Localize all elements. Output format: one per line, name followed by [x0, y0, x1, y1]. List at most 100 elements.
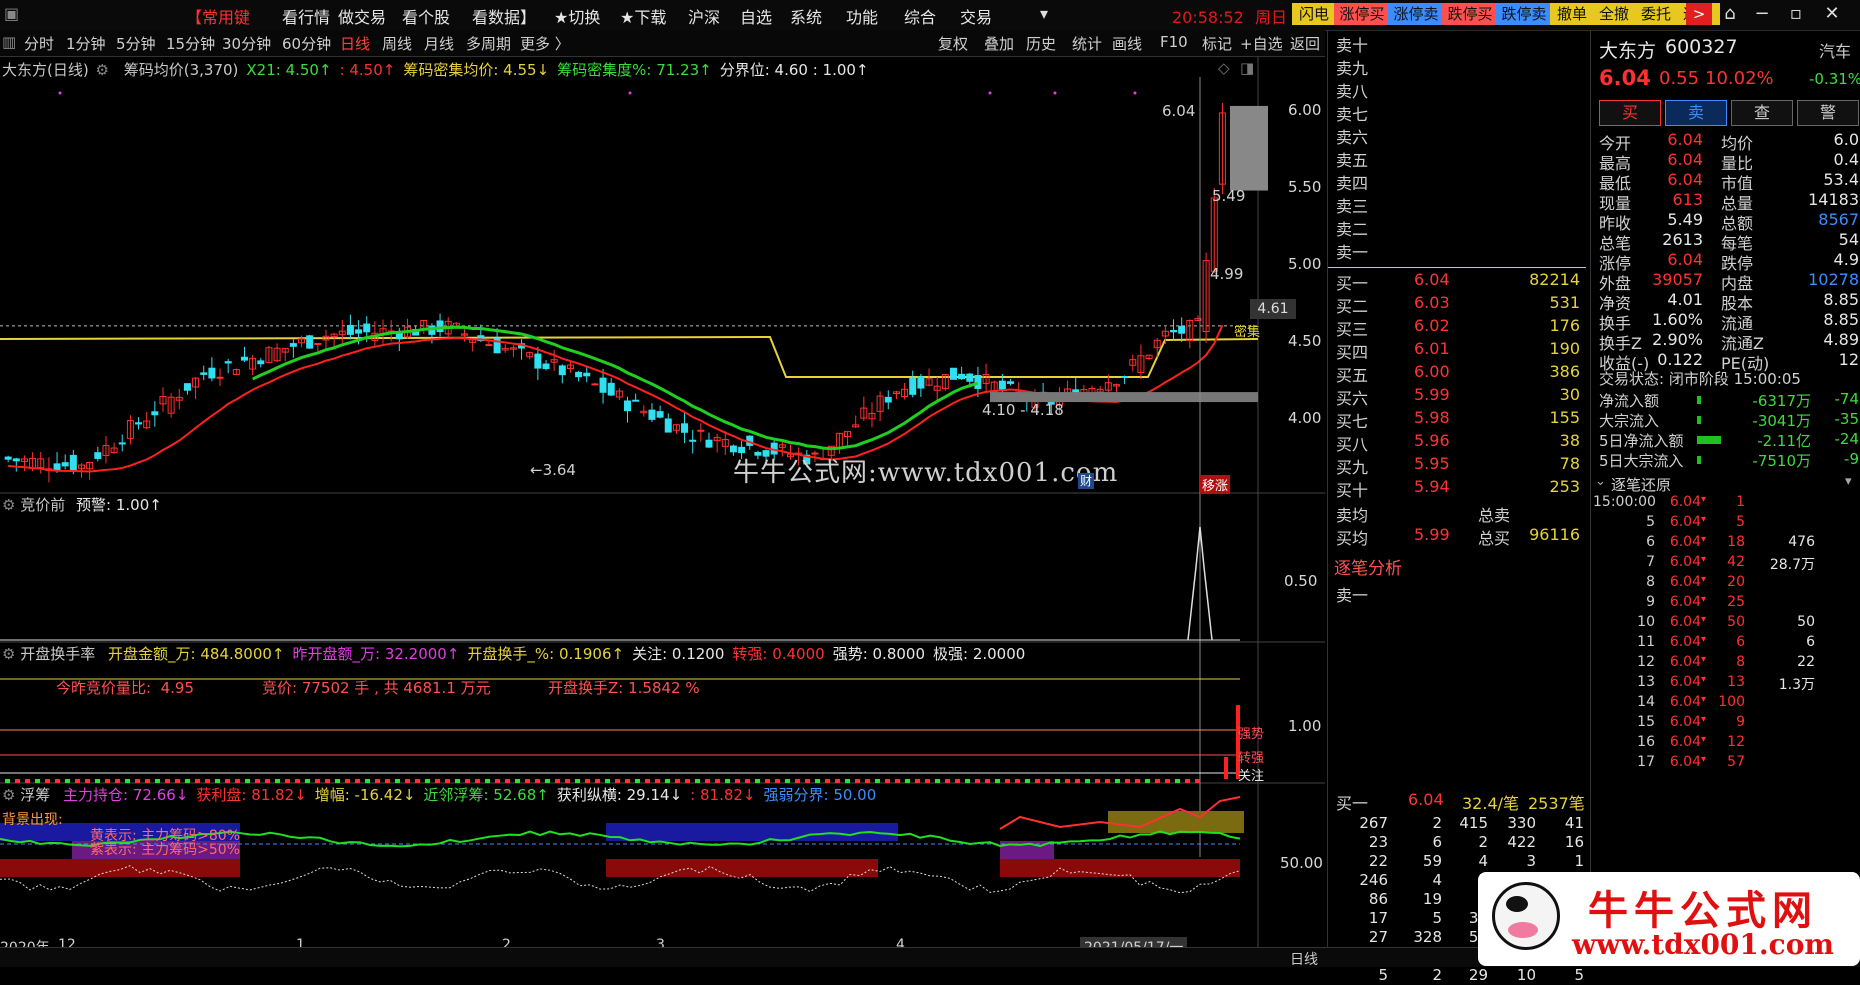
tick-cell: 330 — [1507, 814, 1536, 832]
tool-button-8[interactable]: 返回 — [1290, 33, 1320, 54]
close-icon[interactable]: ✕ — [1818, 3, 1846, 24]
tick-time: 12 — [1637, 654, 1655, 670]
sell-row-4[interactable]: 卖六 — [1328, 124, 1586, 147]
collapse-icon[interactable]: ⌄ — [1595, 474, 1606, 489]
tool-button-3[interactable]: 统计 — [1072, 33, 1102, 54]
layout-icon[interactable]: ▥ — [2, 33, 16, 51]
tick-cell: 328 — [1413, 928, 1442, 946]
tool-button-1[interactable]: 叠加 — [984, 33, 1014, 54]
period-tab-7[interactable]: 周线 — [382, 33, 412, 54]
buy-row-0[interactable]: 买一 6.04 82214 — [1328, 270, 1586, 293]
chart-canvas[interactable] — [0, 57, 1325, 947]
stat-value: 6.04 — [1667, 150, 1703, 169]
period-tab-0[interactable]: 分时 — [24, 33, 54, 54]
tick-cell: 1 — [1574, 852, 1584, 870]
buy-row-3[interactable]: 买四 6.01 190 — [1328, 339, 1586, 362]
top-menu-4[interactable]: 看数据】 — [472, 4, 536, 28]
sector-name[interactable]: 汽车 — [1819, 38, 1851, 62]
top-menu-7[interactable]: 沪深 — [688, 4, 720, 28]
tick-vol: 8 — [1736, 654, 1745, 670]
top-menu-6[interactable]: ★下载 — [620, 4, 666, 28]
expand-icon[interactable]: ▾ — [1845, 474, 1852, 489]
period-tab-6[interactable]: 日线 — [340, 33, 370, 54]
trade-button-3[interactable]: 警 — [1797, 100, 1859, 126]
period-tab-3[interactable]: 15分钟 — [166, 33, 215, 54]
sell-row-2[interactable]: 卖八 — [1328, 78, 1586, 101]
quick-button-5[interactable]: 撤单 — [1550, 3, 1594, 25]
more-arrow-button[interactable]: > — [1686, 3, 1712, 25]
sell-row-8[interactable]: 卖二 — [1328, 216, 1586, 239]
buy-row-7[interactable]: 买八 5.96 38 — [1328, 431, 1586, 454]
sell-row-3[interactable]: 卖七 — [1328, 101, 1586, 124]
top-menu-3[interactable]: 看个股 — [402, 4, 450, 28]
top-menu-1[interactable]: 看行情 — [282, 4, 330, 28]
tool-button-4[interactable]: 画线 — [1112, 33, 1142, 54]
buy-row-1[interactable]: 买二 6.03 531 — [1328, 293, 1586, 316]
buy-row-label: 买七 — [1336, 412, 1369, 431]
quick-button-2[interactable]: 涨停卖 — [1388, 3, 1444, 25]
volume-tick — [625, 779, 630, 783]
period-tab-2[interactable]: 5分钟 — [116, 33, 156, 54]
buy-row-9[interactable]: 买十 5.94 253 — [1328, 477, 1586, 500]
sell-row-9[interactable]: 卖一 — [1328, 239, 1586, 262]
period-tab-5[interactable]: 60分钟 — [282, 33, 331, 54]
buy-row-2[interactable]: 买三 6.02 176 — [1328, 316, 1586, 339]
quick-button-7[interactable]: 委托 — [1634, 3, 1678, 25]
period-tab-1[interactable]: 1分钟 — [66, 33, 106, 54]
tool-button-6[interactable]: 标记 — [1202, 33, 1232, 54]
quick-button-3[interactable]: 跌停买 — [1442, 3, 1498, 25]
settings-icon[interactable]: ⚙ — [2, 496, 15, 514]
tool-button-2[interactable]: 历史 — [1026, 33, 1056, 54]
buy-row-6[interactable]: 买七 5.98 155 — [1328, 408, 1586, 431]
period-tab-10[interactable]: 更多 〉 — [520, 33, 570, 54]
restore-icon[interactable]: ▫ — [1782, 3, 1810, 24]
sell-row-5[interactable]: 卖五 — [1328, 147, 1586, 170]
ticks-title[interactable]: 逐笔还原 — [1611, 474, 1671, 495]
settings-icon[interactable]: ⚙ — [96, 61, 109, 79]
period-label[interactable]: 日线 — [1290, 949, 1318, 969]
volume-tick — [1155, 779, 1160, 783]
buy-row-5[interactable]: 买六 5.99 30 — [1328, 385, 1586, 408]
chart-area[interactable]: 大东方(日线) ⚙ 筹码均价(3,370) X21: 4.50↑: 4.50↑ 筹码… — [0, 57, 1325, 957]
diamond-icon[interactable]: ◇ — [1218, 59, 1230, 77]
quick-button-4[interactable]: 跌停卖 — [1496, 3, 1552, 25]
top-menu-5[interactable]: ★切换 — [554, 4, 600, 28]
sell-row-6[interactable]: 卖四 — [1328, 170, 1586, 193]
tool-button-0[interactable]: 复权 — [938, 33, 968, 54]
top-menu-12[interactable]: 交易 — [960, 4, 992, 28]
finance-badge[interactable]: 财 — [1078, 473, 1094, 489]
tick-analysis-title[interactable]: 逐笔分析 — [1334, 554, 1402, 579]
settings-icon[interactable]: ⚙ — [2, 786, 15, 804]
top-menu-9[interactable]: 系统 — [790, 4, 822, 28]
sell-row-0[interactable]: 卖十 — [1328, 32, 1586, 55]
period-tab-4[interactable]: 30分钟 — [222, 33, 271, 54]
tick-row-12: 16 6.04 ▾ 12 — [1591, 734, 1860, 754]
period-tab-8[interactable]: 月线 — [424, 33, 454, 54]
tool-button-5[interactable]: F10 — [1160, 33, 1188, 51]
minimize-icon[interactable]: − — [1748, 3, 1776, 24]
trade-button-0[interactable]: 买 — [1599, 100, 1661, 126]
tick-price: 6.04 — [1669, 694, 1701, 710]
quick-button-1[interactable]: 涨停买 — [1334, 3, 1390, 25]
trade-button-1[interactable]: 卖 — [1665, 100, 1727, 126]
panel-toggle-icon[interactable]: ◨ — [1240, 59, 1254, 77]
quick-button-0[interactable]: 闪电 — [1292, 3, 1336, 25]
buy-row-4[interactable]: 买五 6.00 386 — [1328, 362, 1586, 385]
settings-icon[interactable]: ⚙ — [2, 645, 15, 663]
pin-icon[interactable]: ⌂ — [1716, 3, 1744, 24]
period-tab-9[interactable]: 多周期 — [466, 33, 511, 54]
window-icon[interactable]: ▣ — [4, 4, 19, 23]
sell-row-1[interactable]: 卖九 — [1328, 55, 1586, 78]
sell-row-7[interactable]: 卖三 — [1328, 193, 1586, 216]
top-menu-11[interactable]: 综合 — [904, 4, 936, 28]
top-menu-2[interactable]: 做交易 — [338, 4, 386, 28]
quick-button-6[interactable]: 全撤 — [1592, 3, 1636, 25]
top-menu-10[interactable]: 功能 — [846, 4, 878, 28]
tick-up-arrow: ▾ — [1701, 494, 1707, 505]
dropdown-chevron-icon[interactable]: ▾ — [1040, 4, 1048, 23]
top-menu-0[interactable]: 【常用键 — [186, 4, 250, 28]
buy-row-8[interactable]: 买九 5.95 78 — [1328, 454, 1586, 477]
tool-button-7[interactable]: +自选 — [1240, 33, 1283, 54]
top-menu-8[interactable]: 自选 — [740, 4, 772, 28]
trade-button-2[interactable]: 查 — [1731, 100, 1793, 126]
